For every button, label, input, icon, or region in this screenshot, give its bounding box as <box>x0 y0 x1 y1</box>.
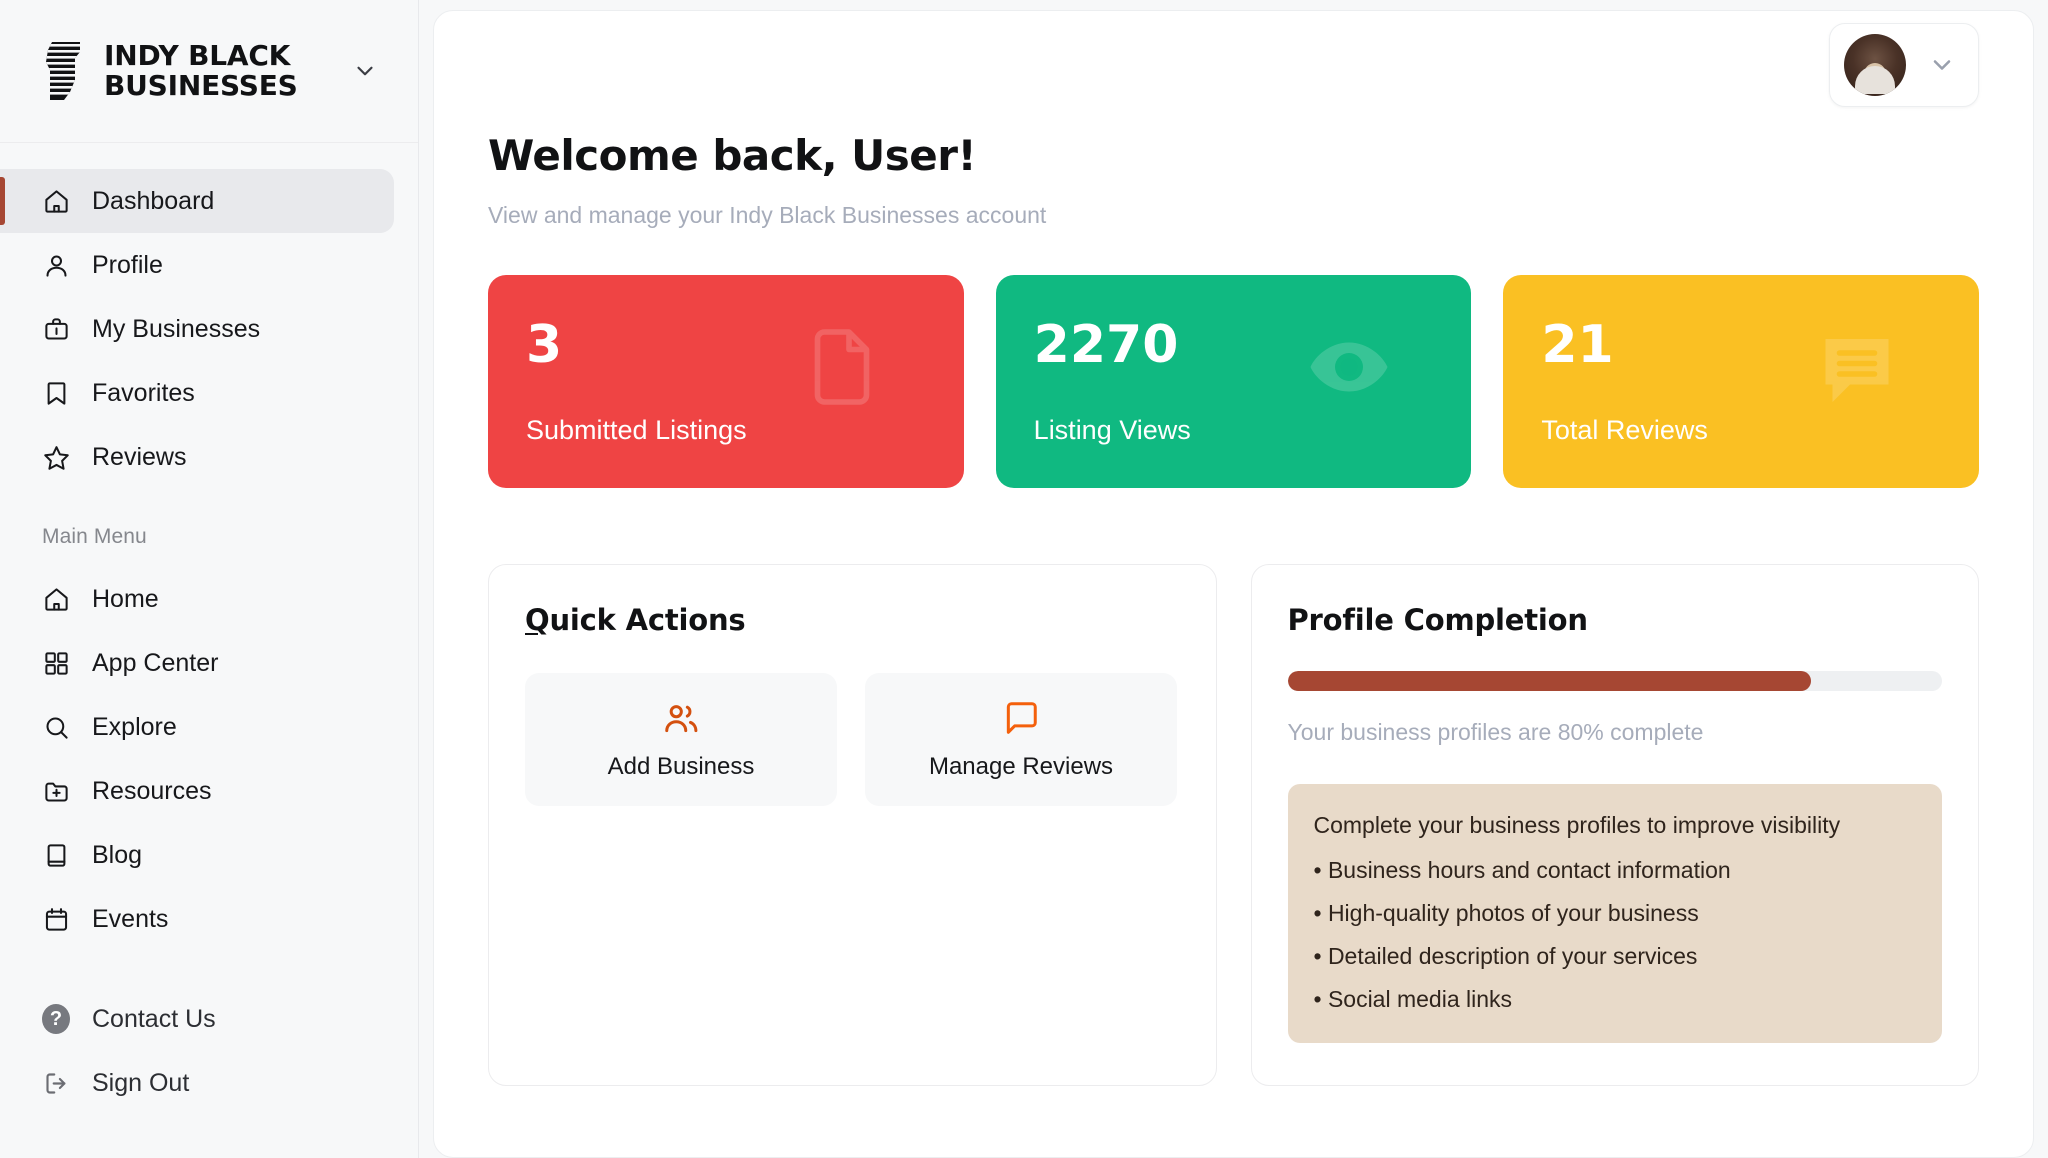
logout-icon <box>42 1069 70 1097</box>
main-content: Welcome back, User! View and manage your… <box>419 0 2048 1158</box>
manage-reviews-label: Manage Reviews <box>929 753 1113 781</box>
eye-icon <box>1307 325 1391 409</box>
sidebar-item-my-businesses[interactable]: My Businesses <box>0 297 394 361</box>
folder-plus-icon <box>42 777 70 805</box>
sidebar-item-label: App Center <box>92 649 218 678</box>
sidebar-item-label: Favorites <box>92 379 195 408</box>
add-business-button[interactable]: Add Business <box>525 673 837 806</box>
sidebar-item-label: My Businesses <box>92 315 260 344</box>
sidebar-item-app-center[interactable]: App Center <box>0 631 394 695</box>
user-icon <box>42 251 70 279</box>
sidebar-item-label: Reviews <box>92 443 186 472</box>
sidebar-item-events[interactable]: Events <box>0 887 394 951</box>
profile-tips-box: Complete your business profiles to impro… <box>1288 784 1943 1043</box>
star-icon <box>42 443 70 471</box>
tip-item: • Business hours and contact information <box>1314 857 1917 884</box>
briefcase-icon <box>42 315 70 343</box>
sidebar: INDY BLACK BUSINESSES Dashboard Profile <box>0 0 419 1158</box>
sidebar-item-label: Resources <box>92 777 212 806</box>
sidebar-item-home[interactable]: Home <box>0 567 394 631</box>
stat-card-total-reviews[interactable]: 21 Total Reviews <box>1503 275 1979 488</box>
tip-item: • Detailed description of your services <box>1314 943 1917 970</box>
stat-card-listing-views[interactable]: 2270 Listing Views <box>996 275 1472 488</box>
app-root: INDY BLACK BUSINESSES Dashboard Profile <box>0 0 2048 1158</box>
main-panel: Welcome back, User! View and manage your… <box>433 10 2034 1158</box>
progress-fill <box>1288 671 1812 691</box>
quick-actions-title-first: Q <box>525 603 549 637</box>
sidebar-item-blog[interactable]: Blog <box>0 823 394 887</box>
stat-label: Total Reviews <box>1541 415 1941 446</box>
brand-header: INDY BLACK BUSINESSES <box>0 0 418 143</box>
sidebar-section-title: Main Menu <box>0 525 418 549</box>
add-business-label: Add Business <box>608 753 755 781</box>
home-icon <box>42 187 70 215</box>
sidebar-item-label: Contact Us <box>92 1005 216 1034</box>
tip-heading: Complete your business profiles to impro… <box>1314 812 1917 839</box>
sidebar-nav: Dashboard Profile My Businesses Favorite… <box>0 143 418 1158</box>
message-square-icon <box>1002 699 1040 737</box>
stats-row: 3 Submitted Listings 2270 Listing Views … <box>488 275 1979 488</box>
book-icon <box>42 841 70 869</box>
sidebar-item-favorites[interactable]: Favorites <box>0 361 394 425</box>
avatar <box>1844 34 1906 96</box>
stat-card-submitted-listings[interactable]: 3 Submitted Listings <box>488 275 964 488</box>
grid-icon <box>42 649 70 677</box>
tip-item: • High-quality photos of your business <box>1314 900 1917 927</box>
user-menu-button[interactable] <box>1829 23 1979 107</box>
sidebar-item-profile[interactable]: Profile <box>0 233 394 297</box>
page-title: Welcome back, User! <box>488 131 1979 180</box>
brand-name: INDY BLACK BUSINESSES <box>104 41 298 101</box>
quick-actions-title: Quick Actions <box>525 603 1180 637</box>
sidebar-item-resources[interactable]: Resources <box>0 759 394 823</box>
profile-completion-title: Profile Completion <box>1288 603 1943 637</box>
sidebar-item-label: Home <box>92 585 159 614</box>
sidebar-item-label: Dashboard <box>92 187 214 216</box>
bookmark-icon <box>42 379 70 407</box>
quick-actions-title-rest: uick Actions <box>549 603 745 637</box>
sidebar-item-sign-out[interactable]: Sign Out <box>0 1051 394 1115</box>
sidebar-item-label: Sign Out <box>92 1069 189 1098</box>
sidebar-item-explore[interactable]: Explore <box>0 695 394 759</box>
sidebar-item-dashboard[interactable]: Dashboard <box>0 169 394 233</box>
manage-reviews-button[interactable]: Manage Reviews <box>865 673 1177 806</box>
quick-actions-panel: Quick Actions Add Business <box>488 564 1217 1086</box>
document-icon <box>800 325 884 409</box>
sidebar-item-contact-us[interactable]: ? Contact Us <box>0 987 394 1051</box>
profile-completion-progress <box>1288 671 1943 691</box>
chevron-down-icon <box>1928 51 1956 79</box>
users-icon <box>662 699 700 737</box>
search-icon <box>42 713 70 741</box>
sidebar-item-label: Events <box>92 905 168 934</box>
calendar-icon <box>42 905 70 933</box>
indiana-striped-logo-icon <box>42 40 88 102</box>
profile-completion-status: Your business profiles are 80% complete <box>1288 719 1943 746</box>
brand-chevron-down-icon[interactable] <box>348 54 382 88</box>
panels-row: Quick Actions Add Business <box>488 564 1979 1086</box>
page-subtitle: View and manage your Indy Black Business… <box>488 202 1979 229</box>
sidebar-item-label: Profile <box>92 251 163 280</box>
quick-actions-grid: Add Business Manage Reviews <box>525 673 1180 806</box>
question-circle-icon: ? <box>42 1005 70 1033</box>
brand-logo[interactable]: INDY BLACK BUSINESSES <box>42 40 334 102</box>
nav-divider-space <box>0 489 418 525</box>
home-icon <box>42 585 70 613</box>
profile-completion-panel: Profile Completion Your business profile… <box>1251 564 1980 1086</box>
top-bar <box>488 11 1979 119</box>
sidebar-item-label: Explore <box>92 713 177 742</box>
sidebar-item-label: Blog <box>92 841 142 870</box>
stat-label: Submitted Listings <box>526 415 926 446</box>
message-lines-icon <box>1815 325 1899 409</box>
sidebar-item-reviews[interactable]: Reviews <box>0 425 394 489</box>
tip-item: • Social media links <box>1314 986 1917 1013</box>
stat-label: Listing Views <box>1034 415 1434 446</box>
nav-bottom-space <box>0 951 418 987</box>
